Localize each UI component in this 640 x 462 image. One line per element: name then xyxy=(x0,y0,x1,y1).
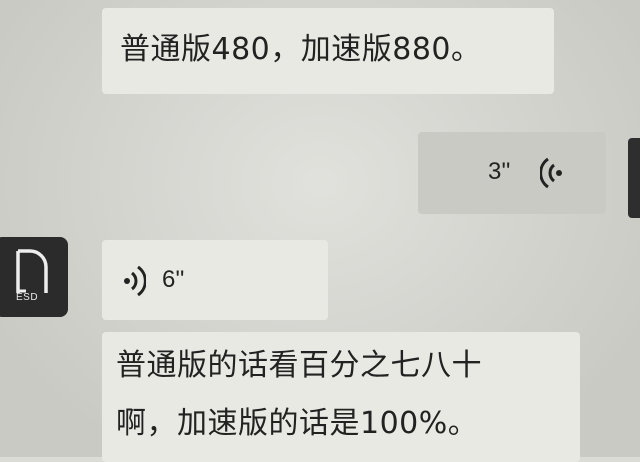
message-text: 普通版480，加速版880。 xyxy=(120,32,482,67)
chat-screen: 普通版480，加速版880。 3'' ESD 6'' 普通版的话看百分之七八十 … xyxy=(0,0,640,462)
voice-duration: 6'' xyxy=(162,266,185,293)
message-bubble-transcript[interactable]: 普通版的话看百分之七八十 啊，加速版的话是100%。 xyxy=(102,332,580,462)
voice-message-outgoing[interactable]: 3'' xyxy=(418,132,606,214)
message-bubble-price[interactable]: 普通版480，加速版880。 xyxy=(102,8,554,94)
own-avatar[interactable] xyxy=(628,138,640,218)
avatar-label: ESD xyxy=(16,292,39,303)
voice-duration: 3'' xyxy=(488,158,511,185)
message-text-line-2: 啊，加速版的话是100%。 xyxy=(116,406,479,441)
voice-wave-left-icon xyxy=(540,157,562,189)
voice-message-incoming[interactable]: 6'' xyxy=(102,240,328,320)
contact-avatar[interactable]: ESD xyxy=(0,237,68,317)
message-text-line-1: 普通版的话看百分之七八十 xyxy=(116,348,482,383)
voice-wave-right-icon xyxy=(124,265,146,297)
